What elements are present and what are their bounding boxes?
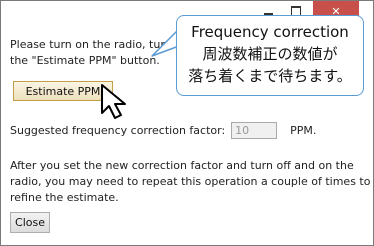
factor-unit: PPM. [290,123,317,137]
callout-line-2: 周波数補正の数値が [202,45,338,63]
callout-text: Frequency correction 周波数補正の数値が 落ち着くまで待ちま… [177,21,363,87]
mouse-cursor-icon [101,84,126,119]
callout-line-3: 落ち着くまで待ちます。 [188,67,352,85]
factor-input[interactable] [231,121,278,139]
factor-label: Suggested frequency correction factor: [10,123,226,137]
factor-row: Suggested frequency correction factor: P… [10,121,316,139]
callout-line-1: Frequency correction [191,23,349,41]
note-text: After you set the new correction factor … [10,159,371,204]
close-button[interactable]: Close [10,212,50,233]
annotation-callout: Frequency correction 周波数補正の数値が 落ち着くまで待ちま… [176,15,364,96]
estimate-ppm-button[interactable]: Estimate PPM [13,81,113,101]
